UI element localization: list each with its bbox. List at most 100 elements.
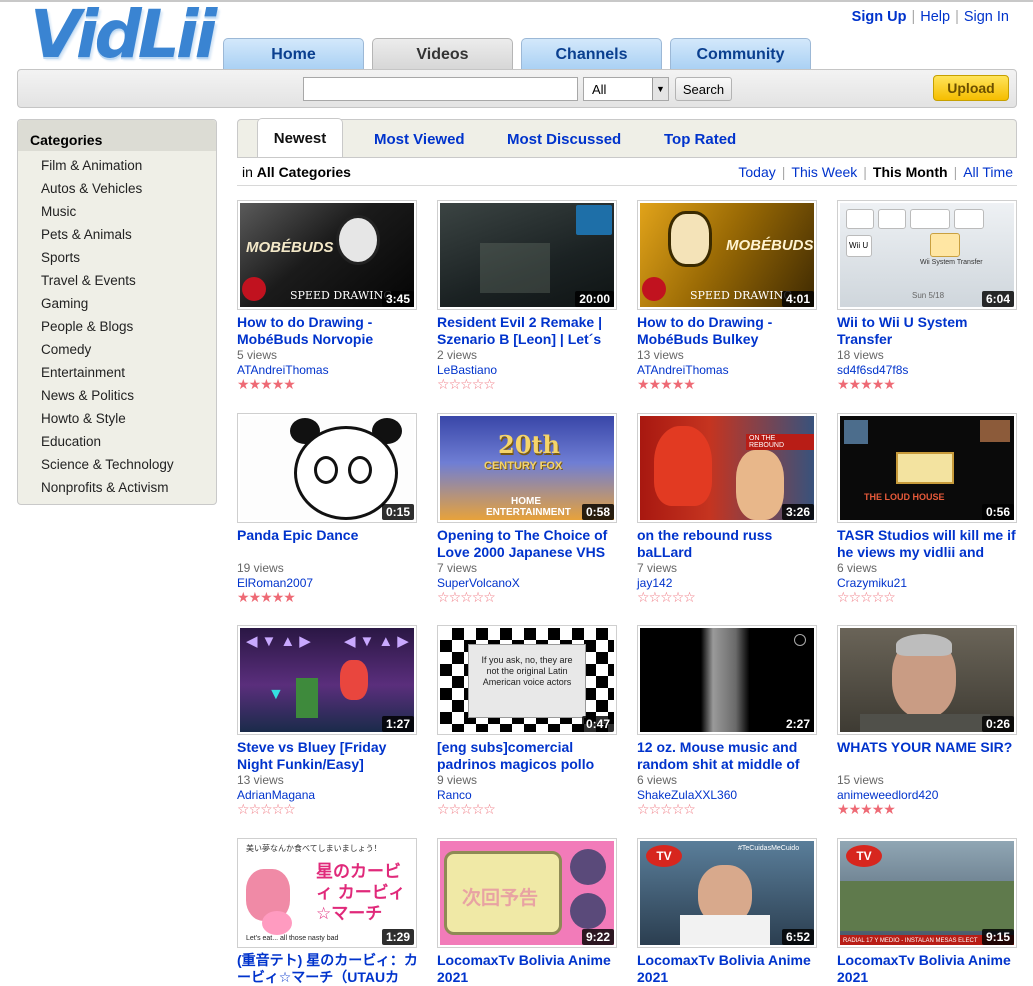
tab-newest[interactable]: Newest	[257, 118, 343, 158]
sidebar-item-entertainment[interactable]: Entertainment	[41, 365, 216, 388]
uploader-link[interactable]: ATAndreiThomas	[237, 363, 329, 377]
sidebar-item-education[interactable]: Education	[41, 434, 216, 457]
separator: |	[953, 164, 958, 180]
filter-this-month[interactable]: This Month	[873, 164, 948, 180]
video-thumbnail[interactable]: TV #TeCuidasMeCuido 6:52	[637, 838, 817, 948]
star-icon: ☆	[260, 801, 273, 817]
video-thumbnail[interactable]: 20th CENTURY FOX HOME ENTERTAINMENT 0:58	[437, 413, 617, 523]
sidebar-item-autos[interactable]: Autos & Vehicles	[41, 181, 216, 204]
sidebar-item-news[interactable]: News & Politics	[41, 388, 216, 411]
video-title[interactable]: on the rebound russ baLLard	[637, 527, 819, 561]
channel-badge	[242, 277, 266, 301]
steve-figure	[296, 678, 318, 718]
video-thumbnail[interactable]: 0:15	[237, 413, 417, 523]
sidebar-item-comedy[interactable]: Comedy	[41, 342, 216, 365]
signin-link[interactable]: Sign In	[964, 9, 1009, 25]
sort-tabs: Newest Most Viewed Most Discussed Top Ra…	[237, 118, 1017, 158]
video-title[interactable]: 12 oz. Mouse music and random shit at mi…	[637, 739, 819, 773]
uploader-link[interactable]: ATAndreiThomas	[637, 363, 729, 377]
video-title[interactable]: How to do Drawing - MobéBuds Norvopie	[237, 314, 419, 348]
video-title[interactable]: WHATS YOUR NAME SIR?	[837, 739, 1019, 773]
video-title[interactable]: Steve vs Bluey [Friday Night Funkin/Easy…	[237, 739, 419, 773]
video-thumbnail[interactable]: 20:00	[437, 200, 617, 310]
filter-today[interactable]: Today	[738, 164, 775, 180]
arrow-icons: ◀▼▲▶	[246, 633, 315, 650]
uploader-link[interactable]: animeweedlord420	[837, 788, 938, 802]
tab-most-viewed[interactable]: Most Viewed	[374, 131, 465, 148]
separator: |	[911, 9, 916, 25]
sidebar-item-nonprofits[interactable]: Nonprofits & Activism	[41, 480, 216, 503]
signup-link[interactable]: Sign Up	[852, 9, 907, 25]
video-title[interactable]: LocomaxTv Bolivia Anime 2021	[437, 952, 619, 986]
tab-channels[interactable]: Channels	[521, 38, 662, 70]
sidebar-item-people[interactable]: People & Blogs	[41, 319, 216, 342]
sidebar-item-howto[interactable]: Howto & Style	[41, 411, 216, 434]
video-thumbnail[interactable]: 美い夢なんか食べてしまいましょう！ 星のカービィ カービィ☆マーチ Let's …	[237, 838, 417, 948]
uploader-link[interactable]: LeBastiano	[437, 363, 497, 377]
uploader-link[interactable]: Ranco	[437, 788, 472, 802]
video-thumbnail[interactable]: 0:26	[837, 625, 1017, 735]
sidebar-item-travel[interactable]: Travel & Events	[41, 273, 216, 296]
uploader-link[interactable]: ShakeZulaXXL360	[637, 788, 737, 802]
channel-logo: TV	[646, 845, 682, 867]
sidebar-item-pets[interactable]: Pets & Animals	[41, 227, 216, 250]
rating-stars: ☆☆☆☆☆	[437, 589, 496, 605]
video-thumbnail[interactable]: 2:27	[637, 625, 817, 735]
video-thumbnail[interactable]: MOBÉBUDS SPEED DRAWING 4:01	[637, 200, 817, 310]
video-thumbnail[interactable]: TV RADIAL 17 Y MEDIO - INSTALAN MESAS EL…	[837, 838, 1017, 948]
video-title[interactable]: Panda Epic Dance	[237, 527, 419, 561]
video-title[interactable]: LocomaxTv Bolivia Anime 2021	[837, 952, 1019, 986]
tab-home[interactable]: Home	[223, 38, 364, 70]
filter-this-week[interactable]: This Week	[791, 164, 857, 180]
tab-videos[interactable]: Videos	[372, 38, 513, 70]
filter-all-time[interactable]: All Time	[963, 164, 1013, 180]
sidebar-item-science[interactable]: Science & Technology	[41, 457, 216, 480]
video-thumbnail[interactable]: If you ask, no, they are not the origina…	[437, 625, 617, 735]
search-button[interactable]: Search	[675, 77, 732, 101]
video-thumbnail[interactable]: THE LOUD HOUSE 0:56	[837, 413, 1017, 523]
tab-top-rated[interactable]: Top Rated	[664, 131, 736, 148]
sidebar-item-music[interactable]: Music	[41, 204, 216, 227]
person-figure	[736, 450, 784, 520]
search-input[interactable]	[303, 77, 578, 101]
video-title[interactable]: (重音テト) 星のカービィ：カービィ☆マーチ（UTAUカ	[237, 952, 419, 986]
sidebar-item-film[interactable]: Film & Animation	[41, 158, 216, 181]
video-title[interactable]: Resident Evil 2 Remake | Szenario B [Leo…	[437, 314, 619, 348]
video-title[interactable]: TASR Studios will kill me if he views my…	[837, 527, 1019, 561]
upload-button[interactable]: Upload	[933, 75, 1009, 101]
tab-community[interactable]: Community	[670, 38, 811, 70]
chevron-down-icon[interactable]: ▼	[652, 78, 668, 100]
uploader-link[interactable]: SuperVolcanoX	[437, 576, 520, 590]
video-title[interactable]: LocomaxTv Bolivia Anime 2021	[637, 952, 819, 986]
star-icon: ★	[248, 589, 262, 605]
uploader-link[interactable]: AdrianMagana	[237, 788, 315, 802]
video-thumbnail[interactable]: ◀▼▲▶ ◀▼▲▶ ▼ 1:27	[237, 625, 417, 735]
uploader-link[interactable]: Crazymiku21	[837, 576, 907, 590]
video-title[interactable]: Opening to The Choice of Love 2000 Japan…	[437, 527, 619, 561]
video-title[interactable]: [eng subs]comercial padrinos magicos pol…	[437, 739, 619, 773]
view-count: 15 views	[837, 773, 884, 787]
sidebar-item-sports[interactable]: Sports	[41, 250, 216, 273]
help-link[interactable]: Help	[920, 9, 950, 25]
video-thumbnail[interactable]: 次回予告 9:22	[437, 838, 617, 948]
star-icon: ★	[248, 376, 262, 392]
video-title[interactable]: How to do Drawing - MobéBuds Bulkey	[637, 314, 819, 348]
subtitle-box: If you ask, no, they are not the origina…	[468, 644, 586, 718]
uploader-link[interactable]: jay142	[637, 576, 672, 590]
arrow-icon: ▼	[268, 686, 284, 703]
star-icon: ☆	[683, 801, 696, 817]
kirby-figure	[262, 911, 292, 935]
uploader-link[interactable]: ElRoman2007	[237, 576, 313, 590]
uploader-link[interactable]: sd4f6sd47f8s	[837, 363, 908, 377]
view-count: 6 views	[837, 561, 878, 575]
video-title[interactable]: Wii to Wii U System Transfer	[837, 314, 1019, 348]
sidebar-item-gaming[interactable]: Gaming	[41, 296, 216, 319]
video-thumbnail[interactable]: MOBÉBUDS SPEED DRAWING 3:45	[237, 200, 417, 310]
panda-eye	[314, 456, 338, 484]
category-select[interactable]: All ▼	[583, 77, 669, 101]
vidlii-logo[interactable]: VidLii	[30, 2, 217, 68]
tab-most-discussed[interactable]: Most Discussed	[507, 131, 621, 148]
category-prefix: in	[242, 164, 253, 180]
video-thumbnail[interactable]: Wii U Wii System Transfer Sun 5/18 6:04	[837, 200, 1017, 310]
video-thumbnail[interactable]: ON THE REBOUND 3:26	[637, 413, 817, 523]
